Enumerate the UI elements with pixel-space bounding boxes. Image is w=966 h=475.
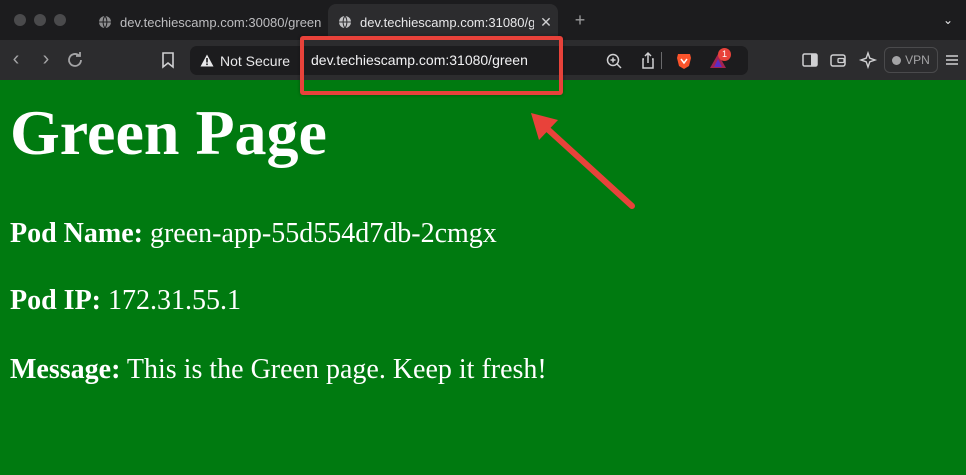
url-highlight-box — [300, 36, 563, 95]
page-title: Green Page — [10, 97, 327, 168]
notification-badge: 1 — [718, 48, 731, 61]
close-icon[interactable]: ✕ — [534, 14, 558, 31]
warning-icon — [200, 54, 214, 67]
pod-name-label: Pod Name: — [10, 218, 143, 249]
wallet-icon[interactable] — [828, 50, 848, 70]
tab-list-button[interactable]: ⌄ — [938, 8, 958, 32]
reload-icon[interactable] — [64, 49, 86, 71]
vpn-button[interactable]: VPN — [884, 47, 938, 73]
divider — [661, 52, 662, 69]
tab-strip: dev.techiescamp.com:30080/green dev.tech… — [0, 0, 966, 40]
menu-icon[interactable] — [944, 50, 960, 70]
message-row: Message: This is the Green page. Keep it… — [10, 354, 547, 386]
security-indicator[interactable]: Not Secure — [200, 46, 290, 75]
vpn-label: VPN — [905, 53, 930, 67]
leo-ai-icon[interactable] — [858, 50, 878, 70]
back-icon[interactable]: ‹ — [4, 48, 28, 72]
zoom-window-button[interactable] — [54, 14, 66, 26]
vpn-icon — [892, 55, 902, 65]
tab-active[interactable]: dev.techiescamp.com:31080/green ✕ — [328, 4, 558, 40]
minimize-window-button[interactable] — [34, 14, 46, 26]
globe-icon — [99, 15, 111, 29]
globe-icon — [339, 15, 351, 29]
close-window-button[interactable] — [14, 14, 26, 26]
security-label: Not Secure — [220, 52, 291, 69]
message-label: Message: — [10, 354, 121, 385]
tab-inactive[interactable]: dev.techiescamp.com:30080/green — [88, 4, 324, 40]
pod-ip-row: Pod IP: 172.31.55.1 — [10, 285, 241, 317]
sidebar-icon[interactable] — [800, 50, 820, 70]
forward-icon[interactable]: › — [34, 48, 58, 72]
pod-name-value: green-app-55d554d7db-2cmgx — [149, 218, 497, 249]
bookmark-icon[interactable] — [158, 50, 178, 70]
brave-shield-icon[interactable] — [674, 51, 694, 71]
message-value: This is the Green page. Keep it fresh! — [126, 354, 547, 385]
zoom-icon[interactable] — [604, 51, 624, 71]
tab-title: dev.techiescamp.com:31080/green — [360, 14, 534, 30]
page-content: Green Page Pod Name: green-app-55d554d7d… — [0, 80, 966, 475]
new-tab-button[interactable]: + — [570, 8, 590, 32]
pod-ip-label: Pod IP: — [10, 285, 101, 316]
pod-name-row: Pod Name: green-app-55d554d7db-2cmgx — [10, 218, 497, 250]
share-icon[interactable] — [638, 51, 658, 71]
pod-ip-value: 172.31.55.1 — [108, 285, 241, 316]
tab-title: dev.techiescamp.com:30080/green — [120, 14, 322, 30]
